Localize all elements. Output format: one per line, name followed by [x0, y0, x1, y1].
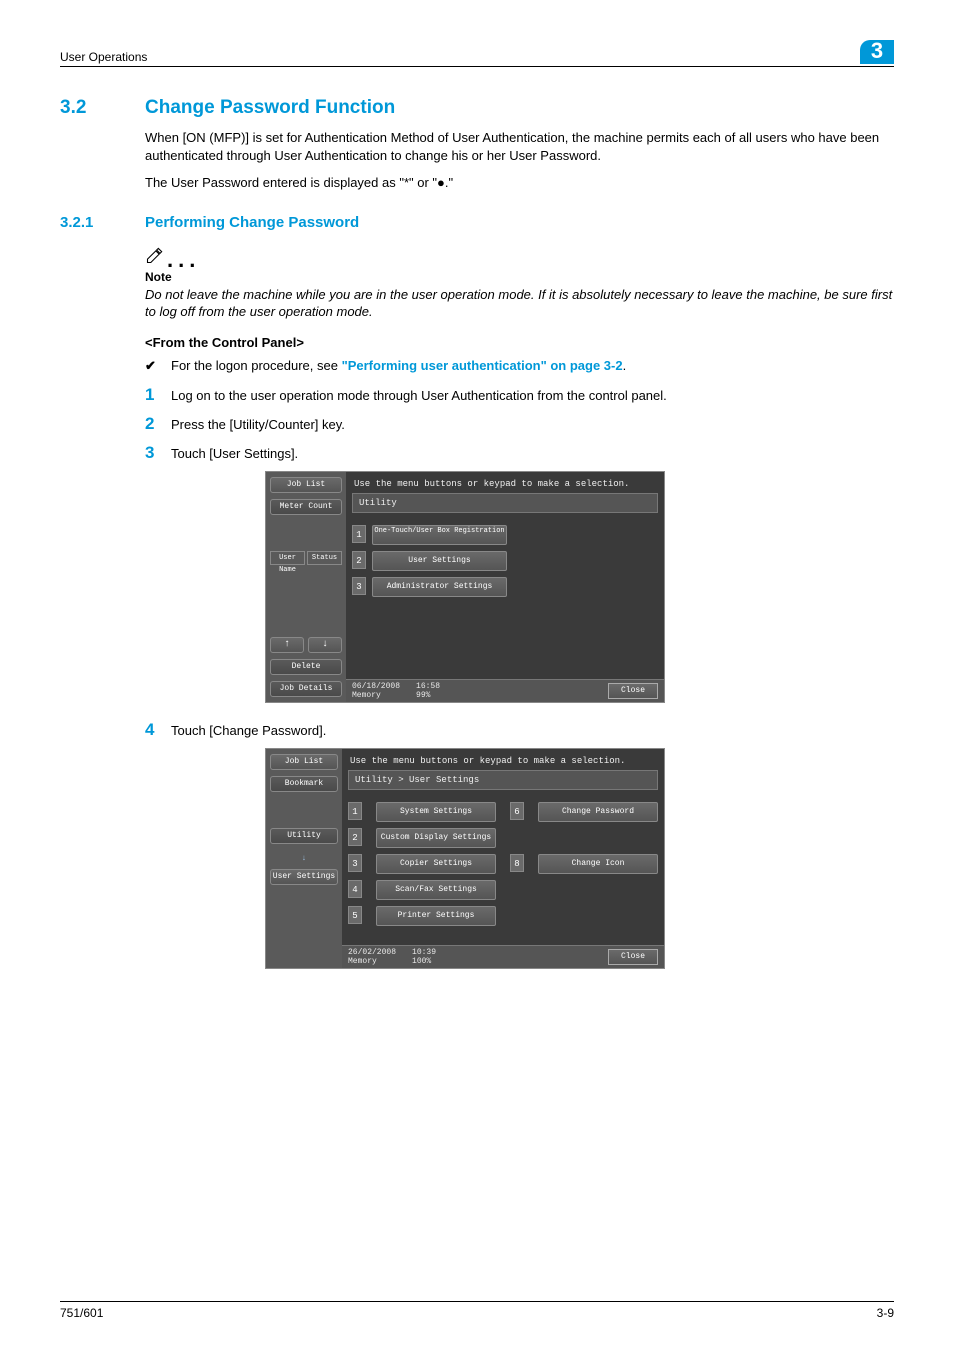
from-control-panel-heading: <From the Control Panel> [145, 335, 894, 350]
screen1-time: 16:58 [416, 682, 440, 691]
screen-title-utility: Utility [352, 493, 658, 513]
screen2-time: 10:39 [412, 948, 436, 957]
header-title: User Operations [60, 50, 147, 64]
user-settings-breadcrumb-button[interactable]: User Settings [270, 869, 338, 885]
scan-fax-settings-button[interactable]: Scan/Fax Settings [376, 880, 496, 900]
one-touch-registration-button[interactable]: One-Touch/User Box Registration [372, 525, 507, 545]
screen1-memory: 99% [416, 691, 440, 700]
change-icon-button[interactable]: Change Icon [538, 854, 658, 874]
menu-key-8[interactable]: 8 [510, 854, 524, 872]
menu-key-5b[interactable]: 5 [348, 906, 362, 924]
step-number-4: 4 [145, 721, 171, 738]
user-name-label: User Name [270, 551, 305, 565]
job-list-button-2[interactable]: Job List [270, 754, 338, 770]
step-number-3: 3 [145, 444, 171, 461]
step-text-4: Touch [Change Password]. [171, 721, 326, 738]
step-text-1: Log on to the user operation mode throug… [171, 386, 667, 403]
step-number-2: 2 [145, 415, 171, 432]
section-title: Change Password Function [145, 97, 395, 119]
step-text-3: Touch [User Settings]. [171, 444, 298, 461]
user-settings-button[interactable]: User Settings [372, 551, 507, 571]
menu-key-6[interactable]: 6 [510, 802, 524, 820]
intro-paragraph-2: The User Password entered is displayed a… [145, 174, 894, 192]
menu-key-3[interactable]: 3 [352, 577, 366, 595]
utility-breadcrumb-button[interactable]: Utility [270, 828, 338, 844]
job-details-button[interactable]: Job Details [270, 681, 342, 697]
screen2-date: 26/02/2008 [348, 948, 396, 957]
arrow-down-icon[interactable]: ↓ [308, 637, 342, 653]
menu-key-2[interactable]: 2 [352, 551, 366, 569]
custom-display-settings-button[interactable]: Custom Display Settings [376, 828, 496, 848]
menu-key-3b[interactable]: 3 [348, 854, 362, 872]
close-button-1[interactable]: Close [608, 683, 658, 699]
logon-procedure-line: For the logon procedure, see "Performing… [171, 358, 626, 374]
breadcrumb-arrow-icon: ↓ [270, 850, 338, 863]
checkmark-icon: ✔ [145, 358, 171, 374]
menu-key-1[interactable]: 1 [352, 525, 366, 543]
step-number-1: 1 [145, 386, 171, 403]
arrow-up-icon[interactable]: ↑ [270, 637, 304, 653]
instruction-text-2: Use the menu buttons or keypad to make a… [348, 753, 658, 770]
footer-page-number: 3-9 [877, 1306, 894, 1320]
subsection-number: 3.2.1 [60, 214, 145, 231]
menu-key-2b[interactable]: 2 [348, 828, 362, 846]
screen1-date: 06/18/2008 [352, 682, 400, 691]
delete-button[interactable]: Delete [270, 659, 342, 675]
step-text-2: Press the [Utility/Counter] key. [171, 415, 345, 432]
mfp-screen-utility: Job List Meter Count User Name Status ↑ … [265, 471, 665, 703]
change-password-button[interactable]: Change Password [538, 802, 658, 822]
subsection-title: Performing Change Password [145, 214, 359, 231]
note-label: Note [145, 270, 894, 284]
administrator-settings-button[interactable]: Administrator Settings [372, 577, 507, 597]
printer-settings-button[interactable]: Printer Settings [376, 906, 496, 926]
meter-count-button[interactable]: Meter Count [270, 499, 342, 515]
system-settings-button[interactable]: System Settings [376, 802, 496, 822]
close-button-2[interactable]: Close [608, 949, 658, 965]
bookmark-button[interactable]: Bookmark [270, 776, 338, 792]
section-number: 3.2 [60, 97, 145, 119]
note-body: Do not leave the machine while you are i… [145, 286, 894, 321]
instruction-text: Use the menu buttons or keypad to make a… [352, 476, 658, 493]
status-label: Status [307, 551, 342, 565]
intro-paragraph-1: When [ON (MFP)] is set for Authenticatio… [145, 129, 894, 164]
footer-model: 751/601 [60, 1306, 103, 1320]
menu-key-1b[interactable]: 1 [348, 802, 362, 820]
logon-procedure-link[interactable]: "Performing user authentication" on page… [342, 358, 623, 373]
memory-label-2: Memory [348, 957, 396, 966]
mfp-screen-user-settings: Job List Bookmark Utility ↓ User Setting… [265, 748, 665, 969]
screen-title-user-settings: Utility > User Settings [348, 770, 658, 790]
chapter-badge: 3 [860, 40, 894, 64]
pencil-icon: ... [145, 245, 200, 265]
memory-label: Memory [352, 691, 400, 700]
job-list-button[interactable]: Job List [270, 477, 342, 493]
copier-settings-button[interactable]: Copier Settings [376, 854, 496, 874]
note-block: ... Note Do not leave the machine while … [145, 245, 894, 321]
menu-key-4b[interactable]: 4 [348, 880, 362, 898]
screen2-memory: 100% [412, 957, 436, 966]
